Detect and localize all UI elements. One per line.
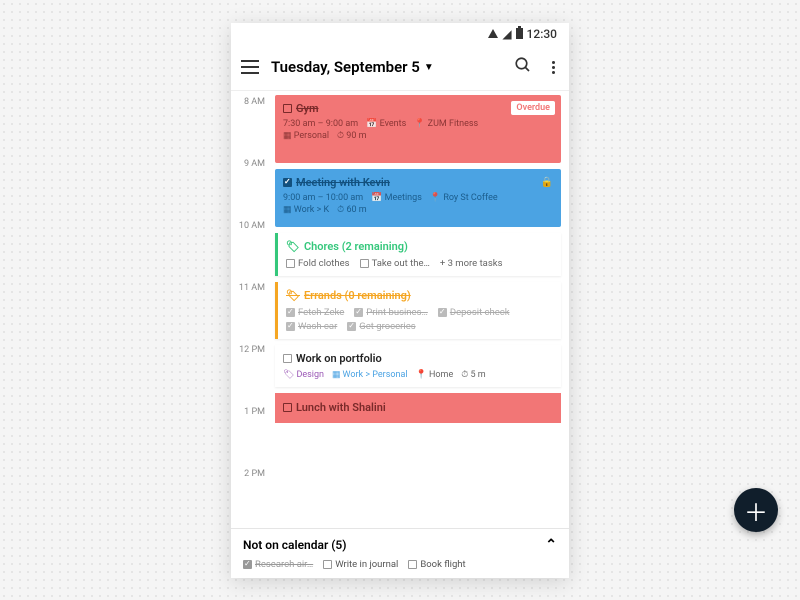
checkbox-icon[interactable] xyxy=(354,308,363,317)
hour-labels: 8 AM9 AM10 AM11 AM12 PM1 PM2 PM xyxy=(231,91,271,525)
lock-icon: 🔒 xyxy=(541,177,553,188)
app-bar: Tuesday, September 5 ▼ xyxy=(231,45,569,91)
tasklist-chores[interactable]: 🏷Chores (2 remaining) Fold clothes Take … xyxy=(275,233,561,276)
checkbox-icon[interactable] xyxy=(286,308,295,317)
event-lunch[interactable]: Lunch with Shalini xyxy=(275,393,561,423)
checkbox-icon[interactable] xyxy=(283,178,292,187)
checkbox-icon[interactable] xyxy=(283,403,292,412)
task-portfolio[interactable]: Work on portfolio 🏷 Design ▦ Work > Pers… xyxy=(275,345,561,387)
tag-icon: 🏷 xyxy=(286,289,300,302)
tasklist-errands[interactable]: 🏷Errands (0 remaining) Fetch Zeke Print … xyxy=(275,282,561,339)
timeline[interactable]: 8 AM9 AM10 AM11 AM12 PM1 PM2 PM Gym Over… xyxy=(231,91,569,528)
dropdown-caret-icon: ▼ xyxy=(424,62,434,73)
search-icon[interactable] xyxy=(510,52,536,82)
checkbox-icon[interactable] xyxy=(283,354,292,363)
menu-icon[interactable] xyxy=(241,60,259,74)
status-bar: ◢ 12:30 xyxy=(231,23,569,45)
wifi-icon xyxy=(488,29,498,38)
battery-icon xyxy=(516,28,523,39)
checkbox-icon[interactable] xyxy=(347,322,356,331)
date-selector[interactable]: Tuesday, September 5 ▼ xyxy=(271,58,498,76)
checkbox-icon[interactable] xyxy=(243,560,252,569)
date-title: Tuesday, September 5 xyxy=(271,58,420,76)
checkbox-icon[interactable] xyxy=(408,560,417,569)
overdue-badge: Overdue xyxy=(511,101,555,115)
chevron-up-icon[interactable]: ⌃ xyxy=(545,537,557,553)
clock-time: 12:30 xyxy=(527,27,557,41)
checkbox-icon[interactable] xyxy=(438,308,447,317)
phone-frame: ◢ 12:30 Tuesday, September 5 ▼ 8 AM9 AM1… xyxy=(231,23,569,578)
checkbox-icon[interactable] xyxy=(323,560,332,569)
event-gym[interactable]: Gym Overdue 7:30 am – 9:00 am📅 Events📍 Z… xyxy=(275,95,561,163)
not-on-calendar-sheet[interactable]: Not on calendar (5) ⌃ Research air… Writ… xyxy=(231,528,569,578)
tag-icon: 🏷 xyxy=(286,240,300,253)
sheet-title: Not on calendar (5) xyxy=(243,538,347,552)
checkbox-icon[interactable] xyxy=(286,322,295,331)
more-tasks-link[interactable]: + 3 more tasks xyxy=(440,258,503,269)
checkbox-icon[interactable] xyxy=(286,259,295,268)
checkbox-icon[interactable] xyxy=(283,104,292,113)
event-meeting-kevin[interactable]: Meeting with Kevin 🔒 9:00 am – 10:00 am📅… xyxy=(275,169,561,227)
signal-icon: ◢ xyxy=(502,27,511,41)
more-icon[interactable] xyxy=(548,57,559,78)
checkbox-icon[interactable] xyxy=(360,259,369,268)
